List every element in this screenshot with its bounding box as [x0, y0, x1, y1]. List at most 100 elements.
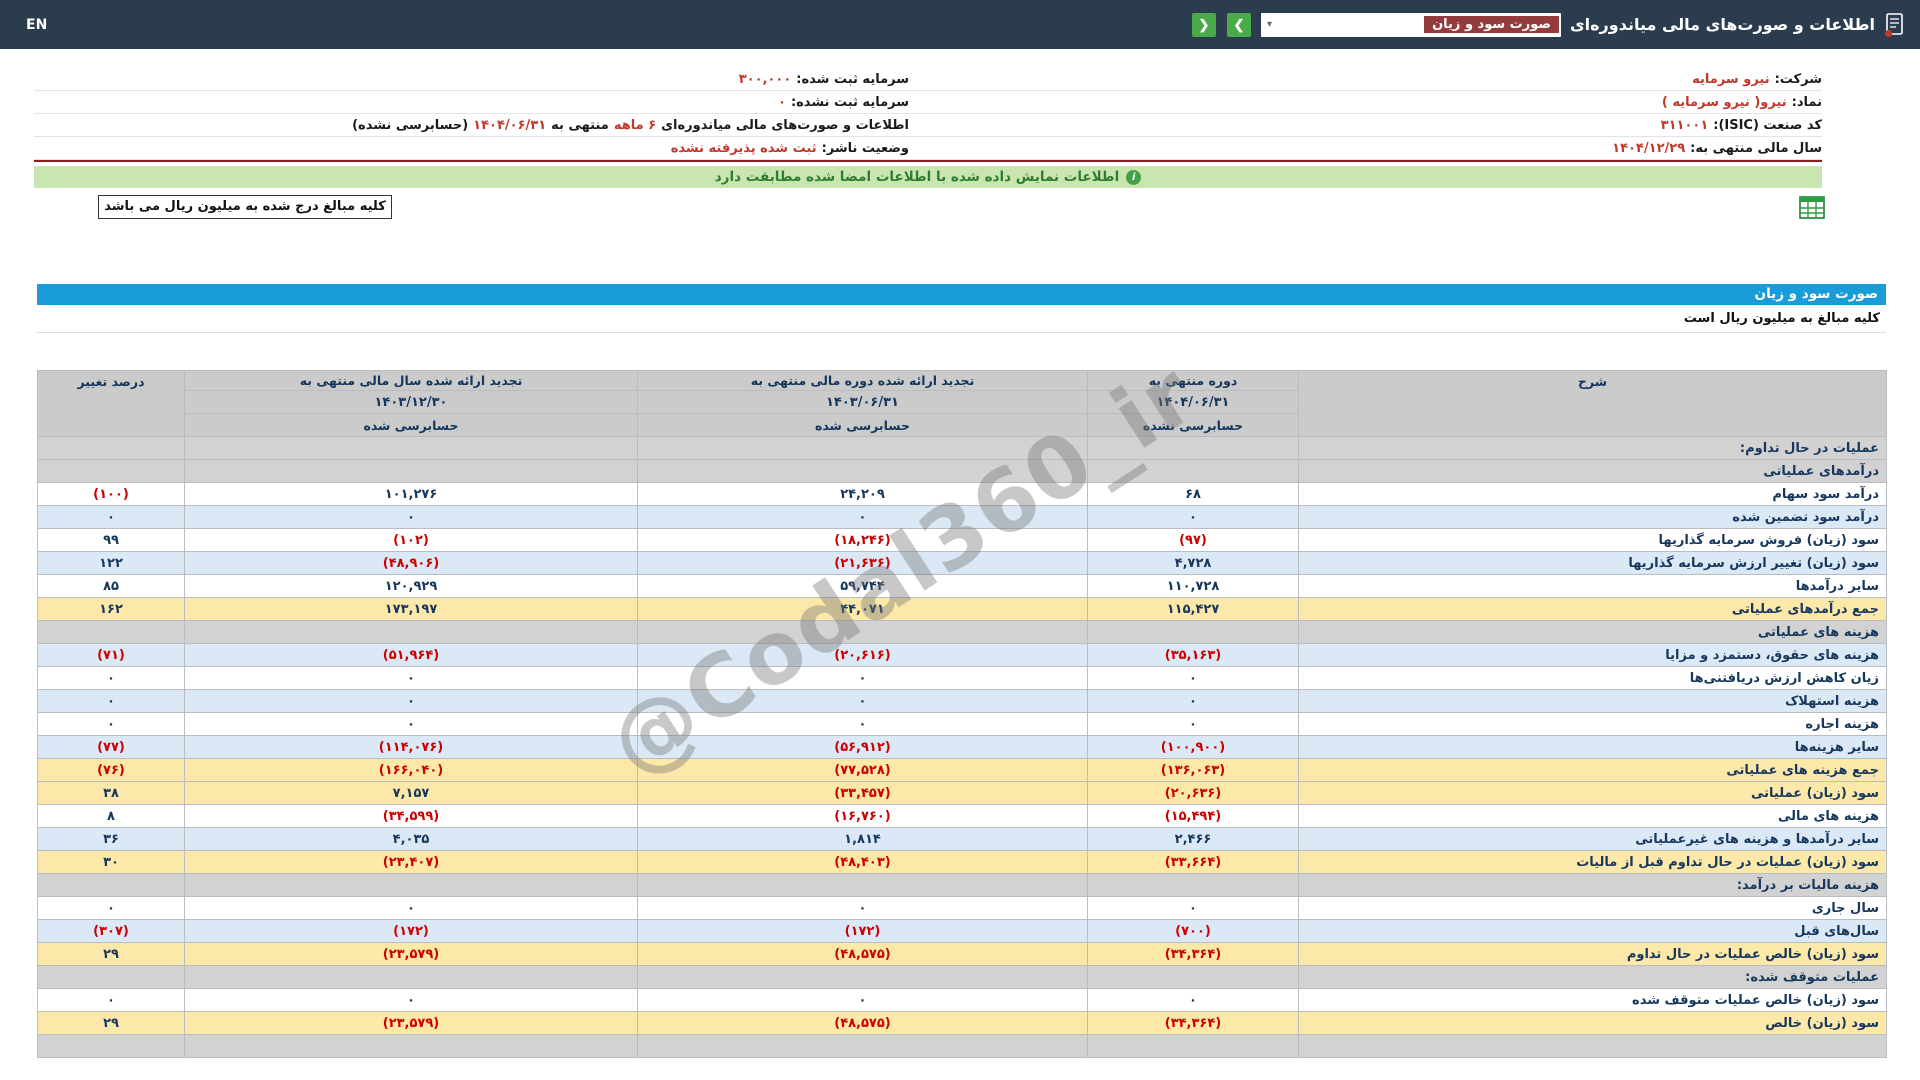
value-cell: ۰	[1087, 896, 1299, 920]
empty-cell	[184, 620, 638, 644]
page-title: اطلاعات و صورت‌های مالی میاندوره‌ای	[1569, 15, 1875, 34]
table-row: سایر درآمدها و هزینه های غیرعملیاتی ۲,۴۶۶…	[37, 827, 1887, 851]
value-cell: (۲۰,۶۳۶)	[1087, 781, 1299, 805]
page: اطلاعات و صورت‌های مالی میاندوره‌ای صورت…	[0, 0, 1920, 1080]
info-pair-left: وضعیت ناشر: ثبت شده پذیرفته نشده	[34, 141, 909, 156]
value-cell: (۱۸,۲۴۶)	[637, 528, 1088, 552]
section-row: درآمدهای عملیاتی	[37, 459, 1887, 483]
empty-cell	[637, 1034, 1088, 1058]
header-col-current-title: دوره منتهی به	[1087, 370, 1299, 391]
empty-cell	[1087, 620, 1299, 644]
value-cell: (۱۱۴,۰۷۶)	[184, 735, 638, 759]
section-row: عملیات در حال تداوم:	[37, 436, 1887, 460]
row-label-cell: درآمد سود سهام	[1298, 482, 1887, 506]
empty-cell	[1087, 1034, 1299, 1058]
row-label-cell: درآمدهای عملیاتی	[1298, 459, 1887, 483]
value-cell: (۲۳,۵۷۹)	[184, 1011, 638, 1035]
table-row: سود (زیان) خالص عملیات در حال تداوم (۳۴,۳…	[37, 942, 1887, 966]
value-cell: (۳۰۷)	[37, 919, 185, 943]
company-info-row: نماد: نیرو( نیرو سرمایه ) سرمایه ثبت نشده:…	[34, 91, 1822, 114]
value-cell: ۳۸	[37, 781, 185, 805]
value-cell: (۲۳,۵۷۹)	[184, 942, 638, 966]
value-cell: (۳۵,۱۶۳)	[1087, 643, 1299, 667]
maroon-separator	[34, 160, 1822, 162]
empty-cell	[37, 459, 185, 483]
row-label-cell: هزینه های حقوق، دستمزد و مزایا	[1298, 643, 1887, 667]
company-info-row: کد صنعت (ISIC): ۳۱۱۰۰۱ اطلاعات و صورت‌های …	[34, 114, 1822, 137]
prev-report-button[interactable]: ❮	[1191, 12, 1216, 37]
table-row: سود (زیان) فروش سرمایه گذاریها (۹۷) (۱۸,۲۴…	[37, 528, 1887, 552]
empty-cell	[37, 873, 185, 897]
info-value: ۰	[778, 94, 786, 110]
row-label-cell: سایر درآمدها و هزینه های غیرعملیاتی	[1298, 827, 1887, 851]
value-cell: (۴۸,۵۷۵)	[637, 942, 1088, 966]
header-col-year-audit: حسابرسی شده	[184, 413, 638, 437]
value-cell: (۲۱,۶۳۶)	[637, 551, 1088, 575]
empty-cell	[37, 965, 185, 989]
statement-title-bar: صورت سود و زیان	[37, 284, 1886, 305]
table-row: سایر هزینه‌ها (۱۰۰,۹۰۰) (۵۶,۹۱۲) (۱۱۴,۰۷۶)(…	[37, 735, 1887, 759]
excel-export-icon[interactable]	[1799, 196, 1825, 219]
value-cell: ۰	[637, 712, 1088, 736]
value-cell: (۱۷۲)	[637, 919, 1088, 943]
value-cell: ۰	[1087, 712, 1299, 736]
info-pair-right: شرکت: نیرو سرمایه	[1148, 72, 1822, 87]
row-label-cell: سال جاری	[1298, 896, 1887, 920]
value-cell: ۲۹	[37, 942, 185, 966]
value-cell: ۰	[1087, 666, 1299, 690]
value-cell: ۰	[184, 505, 638, 529]
header-row-titles: شرح دوره منتهی به تجدید ارائه شده دوره م…	[37, 370, 1887, 437]
value-cell: ۱,۸۱۴	[637, 827, 1088, 851]
signed-info-banner: i اطلاعات نمایش داده شده با اطلاعات امضا…	[34, 166, 1822, 188]
value-cell: (۲۳,۴۰۷)	[184, 850, 638, 874]
info-text-segment: منتهی به	[551, 117, 609, 133]
empty-cell	[637, 620, 1088, 644]
value-cell: ۰	[37, 712, 185, 736]
next-report-button[interactable]: ❯	[1226, 12, 1251, 37]
value-cell: ۴۴,۰۷۱	[637, 597, 1088, 621]
value-cell: ۵۹,۷۴۴	[637, 574, 1088, 598]
value-cell: (۱۶,۷۶۰)	[637, 804, 1088, 828]
value-cell: (۱۰۰)	[37, 482, 185, 506]
value-cell: (۴۸,۹۰۶)	[184, 551, 638, 575]
note-row: کلیه مبالغ درج شده به میلیون ریال می باش…	[0, 195, 1920, 221]
row-label-cell: هزینه های عملیاتی	[1298, 620, 1887, 644]
amounts-unit-box: کلیه مبالغ درج شده به میلیون ریال می باش…	[98, 195, 392, 219]
row-label-cell: عملیات در حال تداوم:	[1298, 436, 1887, 460]
header-col-prev-audit: حسابرسی شده	[637, 413, 1088, 437]
info-value[interactable]: نیرو سرمایه	[1692, 72, 1769, 87]
header-col-year-title: تجدید ارائه شده سال مالی منتهی به	[184, 370, 638, 391]
section-row: هزینه مالیات بر درآمد:	[37, 873, 1887, 897]
value-cell: ۰	[637, 505, 1088, 529]
statement-unit-note: کلیه مبالغ به میلیون ریال است	[37, 305, 1886, 333]
header-col-current-audit: حسابرسی نشده	[1087, 413, 1299, 437]
table-row: هزینه های حقوق، دستمزد و مزایا (۳۵,۱۶۳) (۲…	[37, 643, 1887, 667]
company-info-row: سال مالی منتهی به: ۱۴۰۴/۱۲/۲۹ وضعیت ناشر: ث…	[34, 137, 1822, 160]
info-text-segment: (حسابرسی نشده)	[352, 117, 469, 133]
value-cell: (۷۰۰)	[1087, 919, 1299, 943]
row-label-cell: جمع درآمدهای عملیاتی	[1298, 597, 1887, 621]
info-label: وضعیت ناشر:	[821, 140, 909, 156]
company-info: شرکت: نیرو سرمایه سرمایه ثبت شده: ۳۰۰,۰۰۰ نم…	[34, 68, 1822, 160]
topbar-right-group: اطلاعات و صورت‌های مالی میاندوره‌ای صورت…	[1191, 12, 1904, 38]
language-toggle-en[interactable]: EN	[26, 17, 47, 33]
info-pair-left: سرمایه ثبت نشده: ۰	[34, 95, 909, 110]
table-row: جمع درآمدهای عملیاتی ۱۱۵,۴۲۷ ۴۴,۰۷۱ ۱۷۳,۱۹۷…	[37, 597, 1887, 621]
empty-cell	[1087, 459, 1299, 483]
row-label-cell: سود (زیان) خالص عملیات متوقف شده	[1298, 988, 1887, 1012]
row-label-cell: سال‌های قبل	[1298, 919, 1887, 943]
table-row: زیان کاهش ارزش دریافتنی‌ها ۰ ۰ ۰ ۰	[37, 666, 1887, 690]
info-value[interactable]: نیرو( نیرو سرمایه )	[1662, 95, 1787, 110]
empty-cell	[184, 459, 638, 483]
info-icon: i	[1126, 169, 1142, 185]
value-cell: ۰	[37, 505, 185, 529]
report-type-dropdown[interactable]: صورت سود و زیان ▾	[1260, 12, 1561, 37]
value-cell: (۳۴,۵۹۹)	[184, 804, 638, 828]
value-cell: (۳۴,۳۶۴)	[1087, 942, 1299, 966]
table-row: سال جاری ۰ ۰ ۰ ۰	[37, 896, 1887, 920]
empty-cell	[37, 436, 185, 460]
value-cell: ۸۵	[37, 574, 185, 598]
table-row: سود (زیان) خالص عملیات متوقف شده ۰ ۰ ۰ ۰	[37, 988, 1887, 1012]
section-row: عملیات متوقف شده:	[37, 965, 1887, 989]
value-cell: ۱۷۳,۱۹۷	[184, 597, 638, 621]
